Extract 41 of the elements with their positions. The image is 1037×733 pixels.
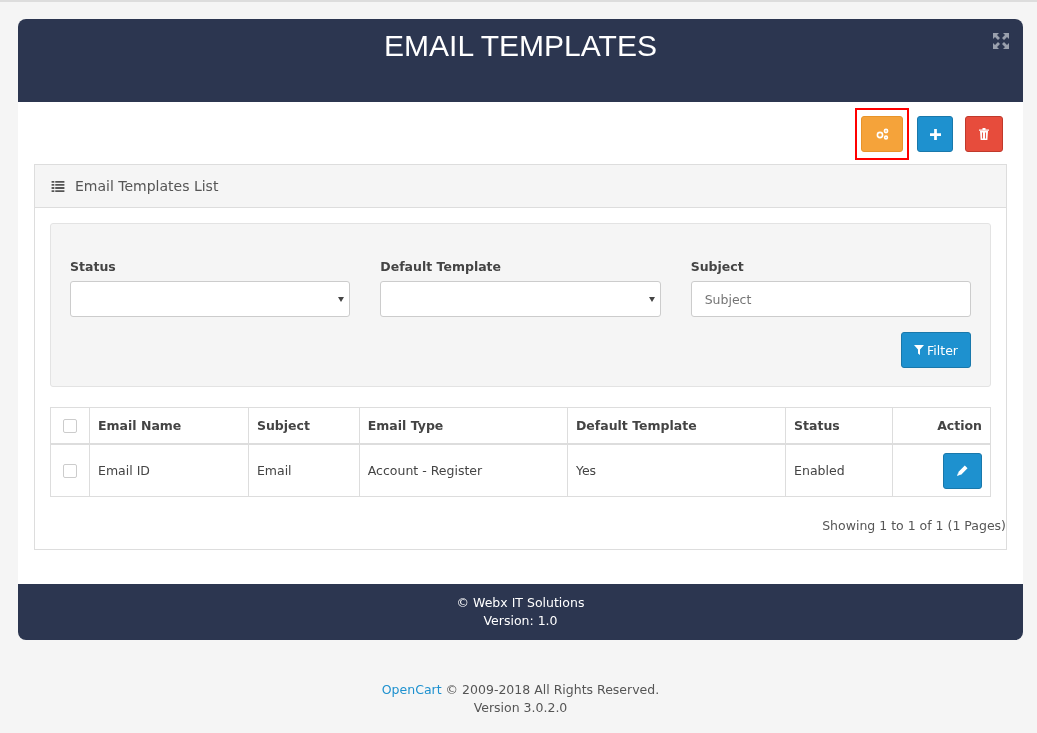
- table-cell: Email: [256, 463, 292, 478]
- row-checkbox[interactable]: [63, 464, 77, 479]
- settings-button[interactable]: [861, 116, 903, 152]
- edit-button[interactable]: [943, 452, 982, 489]
- caret-icon: [338, 297, 345, 302]
- select-all-checkbox[interactable]: [63, 419, 77, 434]
- subject-field[interactable]: Subject: [690, 281, 971, 317]
- panel-title: Email Templates List: [75, 178, 219, 194]
- select-field[interactable]: [70, 281, 351, 317]
- footer-text: © Webx IT Solutions: [456, 594, 585, 612]
- filter-button[interactable]: Filter: [901, 332, 971, 368]
- page-title: EMAIL TEMPLATES: [384, 29, 657, 64]
- table-cell: Enabled: [794, 463, 845, 478]
- table-cell: Email ID: [98, 463, 150, 478]
- add-button[interactable]: [917, 116, 953, 152]
- column-header: Action: [937, 418, 982, 433]
- opencart-link[interactable]: OpenCart: [381, 682, 442, 697]
- column-header: Status: [794, 418, 840, 433]
- table-cell: Account - Register: [367, 463, 483, 478]
- caret-icon: [648, 297, 655, 302]
- filter-icon: [914, 345, 925, 355]
- list-icon: [51, 180, 65, 192]
- column-header: Email Name: [98, 418, 182, 433]
- expand-icon[interactable]: [993, 33, 1009, 49]
- delete-button[interactable]: [965, 116, 1003, 152]
- column-header: Default Template: [575, 418, 697, 433]
- version-text: Version 3.0.2.0: [473, 700, 568, 715]
- filter-label: Default Template: [380, 259, 503, 274]
- trash-icon: [979, 128, 989, 140]
- column-header: Email Type: [367, 418, 444, 433]
- table-cell: Yes: [575, 463, 597, 478]
- gears-icon: [875, 128, 889, 140]
- footer-text: Version: 1.0: [483, 612, 558, 630]
- plus-icon: [929, 128, 941, 140]
- select-field[interactable]: [380, 281, 661, 317]
- copyright-text: © 2009-2018 All Rights Reserved.: [445, 682, 660, 697]
- filter-label: Subject: [690, 259, 745, 274]
- column-header: Subject: [256, 418, 310, 433]
- pencil-icon: [957, 465, 968, 476]
- filter-label: Status: [70, 259, 117, 274]
- pagination-text: Showing 1 to 1 of 1 (1 Pages): [822, 518, 1006, 533]
